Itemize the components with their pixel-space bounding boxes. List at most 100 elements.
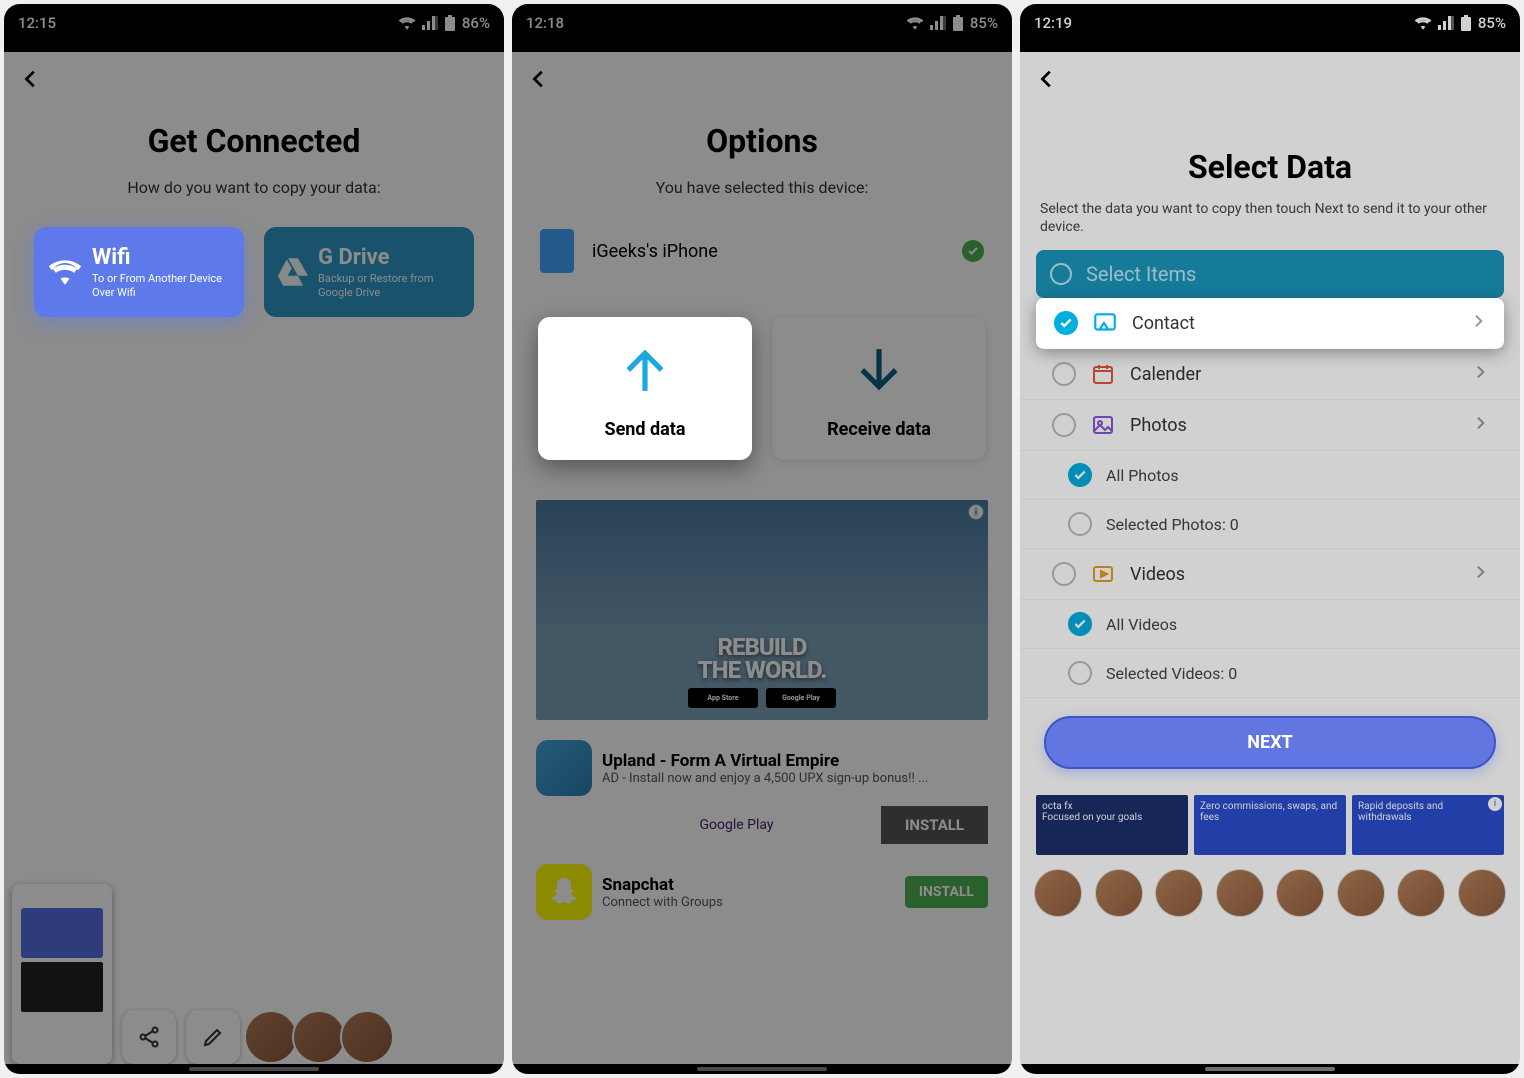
selected-device-row: iGeeks's iPhone [512,215,1012,287]
back-button[interactable] [4,52,504,102]
screen-get-connected: 12:15 86% Get Connected How do you want … [4,4,504,1074]
status-bar: 12:15 86% [4,4,504,52]
ad-row-upland[interactable]: Upland - Form A Virtual Empire AD - Inst… [512,730,1012,806]
checkbox-unchecked-icon[interactable] [1068,512,1092,536]
ad-tile-2[interactable]: Zero commissions, swaps, and fees [1194,795,1346,855]
battery-icon [952,15,964,31]
item-label: Videos [1130,564,1458,585]
wifi-desc: To or From Another Device Over Wifi [92,272,230,298]
ad-desc: Connect with Groups [602,895,895,910]
send-data-card[interactable]: Send data [538,317,752,460]
wifi-option-card[interactable]: Wifi To or From Another Device Over Wifi [34,227,244,317]
ad-title: Upland - Form A Virtual Empire [602,751,988,771]
upland-app-icon [536,740,592,796]
checkbox-unchecked-icon[interactable] [1052,562,1076,586]
snapchat-app-icon [536,864,592,920]
appstore-badge[interactable]: App Store [688,688,758,708]
edit-button[interactable] [186,1010,240,1064]
select-all-radio[interactable] [1050,263,1072,285]
wifi-icon [48,255,82,289]
page-subtitle: Select the data you want to copy then to… [1020,200,1520,236]
subitem-all-photos[interactable]: All Photos [1020,451,1520,500]
status-time: 12:18 [526,14,564,32]
android-nav-bar [512,1064,1012,1074]
ad-text: Rapid deposits and withdrawals [1358,801,1498,823]
ad-info-icon[interactable]: i [968,504,984,520]
calendar-icon [1090,361,1116,387]
ad-row-snapchat[interactable]: Snapchat Connect with Groups INSTALL [512,854,1012,930]
data-item-videos[interactable]: Videos [1020,549,1520,600]
google-play-link[interactable]: Google Play [602,817,871,833]
checkbox-unchecked-icon[interactable] [1052,413,1076,437]
screen-options: 12:18 85% Options You have selected this… [512,4,1012,1074]
item-label: Selected Photos: 0 [1106,515,1239,534]
phone-icon [540,229,574,273]
ad-banner-upland[interactable]: i REBUILD THE WORLD. App Store Google Pl… [536,500,988,720]
page-subtitle: How do you want to copy your data: [4,178,504,197]
item-label: All Photos [1106,466,1179,485]
signal-icon [930,16,946,30]
gdrive-option-card[interactable]: G Drive Backup or Restore from Google Dr… [264,227,474,317]
page-title: Options [512,122,1012,160]
check-icon [962,240,984,262]
chevron-right-icon [1472,564,1488,584]
screen-select-data: 12:19 85% Select Data Select the data yo… [1020,4,1520,1074]
receive-data-label: Receive data [827,419,931,440]
gdrive-title: G Drive [318,245,460,270]
photos-icon [1090,412,1116,438]
status-time: 12:15 [18,14,56,32]
item-label: Calender [1130,364,1458,385]
avatar-suggestions[interactable] [250,1010,394,1064]
googleplay-badge[interactable]: Google Play [766,688,836,708]
avatar-strip[interactable] [1020,863,1520,923]
install-button[interactable]: INSTALL [881,806,988,844]
checkbox-checked-icon[interactable] [1068,612,1092,636]
status-bar: 12:18 85% [512,4,1012,52]
ad-text: Zero commissions, swaps, and fees [1200,801,1340,823]
install-button[interactable]: INSTALL [905,876,988,908]
next-button[interactable]: NEXT [1044,716,1496,769]
status-time: 12:19 [1034,14,1072,32]
status-battery: 86% [462,14,490,32]
next-label: NEXT [1247,732,1292,753]
subitem-all-videos[interactable]: All Videos [1020,600,1520,649]
android-nav-bar [4,1064,504,1074]
data-item-photos[interactable]: Photos [1020,400,1520,451]
chevron-right-icon [1470,313,1486,333]
ad-tile-3[interactable]: Rapid deposits and withdrawals i [1352,795,1504,855]
receive-data-card[interactable]: Receive data [772,317,986,460]
ad-banner-octafx[interactable]: octa fx Focused on your goals Zero commi… [1036,795,1504,855]
screenshot-thumbnail[interactable] [12,884,112,1064]
page-title: Select Data [1020,108,1520,186]
arrow-down-icon [854,345,904,399]
select-items-label: Select Items [1086,262,1196,286]
item-label: Photos [1130,415,1458,436]
wifi-icon [398,16,416,30]
android-nav-bar [1020,1064,1520,1074]
videos-icon [1090,561,1116,587]
checkbox-unchecked-icon[interactable] [1068,661,1092,685]
back-button[interactable] [512,52,1012,102]
gdrive-desc: Backup or Restore from Google Drive [318,272,460,298]
wifi-icon [906,16,924,30]
subitem-selected-photos[interactable]: Selected Photos: 0 [1020,500,1520,549]
back-button[interactable] [1020,52,1520,102]
arrow-up-icon [620,345,670,399]
data-item-contact[interactable]: Contact [1036,298,1504,349]
checkbox-unchecked-icon[interactable] [1052,362,1076,386]
ad-brand: octa fx [1042,801,1182,812]
item-label: Selected Videos: 0 [1106,664,1237,683]
status-bar: 12:19 85% [1020,4,1520,52]
share-button[interactable] [122,1010,176,1064]
ad-line2: THE WORLD. [698,659,827,682]
data-item-calendar[interactable]: Calender [1020,349,1520,400]
select-items-header[interactable]: Select Items [1036,250,1504,298]
ad-tile-1[interactable]: octa fx Focused on your goals [1036,795,1188,855]
subitem-selected-videos[interactable]: Selected Videos: 0 [1020,649,1520,698]
chevron-right-icon [1472,415,1488,435]
ad-close-icon[interactable]: i [1488,797,1502,811]
signal-icon [422,16,438,30]
battery-icon [444,15,456,31]
checkbox-checked-icon[interactable] [1068,463,1092,487]
checkbox-checked-icon[interactable] [1054,311,1078,335]
